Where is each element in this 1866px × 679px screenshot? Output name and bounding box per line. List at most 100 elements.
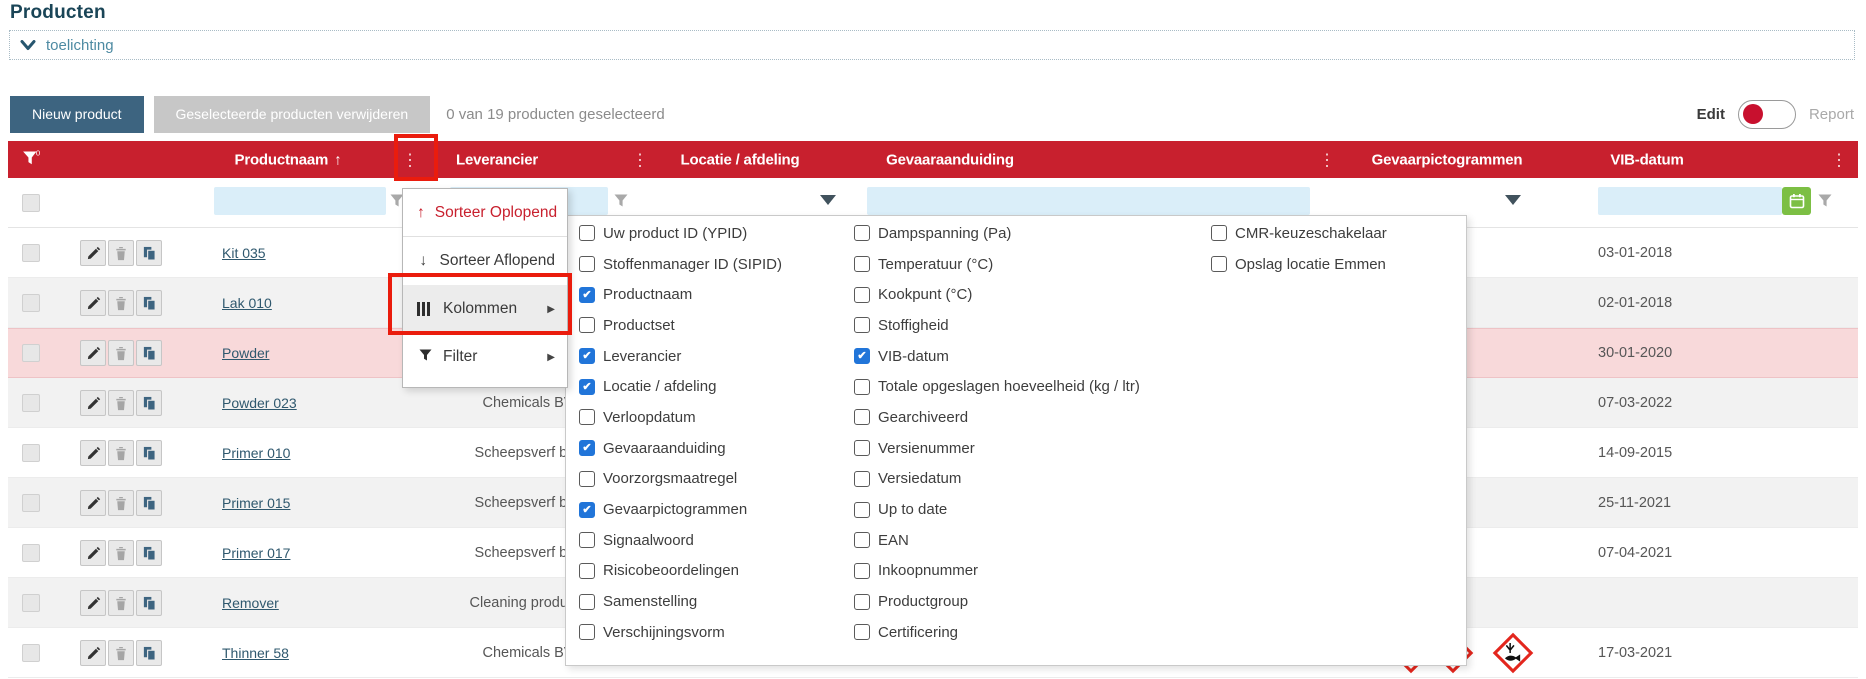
product-link[interactable]: Lak 010 bbox=[222, 278, 272, 328]
delete-button[interactable] bbox=[108, 340, 134, 366]
checkbox[interactable] bbox=[1211, 225, 1227, 241]
filter-dropdown-icon-gevaarpictogrammen[interactable] bbox=[1505, 195, 1521, 205]
column-option[interactable]: Verschijningsvorm bbox=[579, 617, 782, 648]
column-option[interactable]: Opslag locatie Emmen bbox=[1211, 249, 1387, 280]
delete-button[interactable] bbox=[108, 490, 134, 516]
filter-funnel-icon-leverancier[interactable] bbox=[614, 194, 628, 212]
delete-button[interactable] bbox=[108, 640, 134, 666]
column-option[interactable]: Gevaarpictogrammen bbox=[579, 494, 782, 525]
copy-button[interactable] bbox=[136, 490, 162, 516]
checkbox[interactable] bbox=[579, 502, 595, 518]
product-link[interactable]: Primer 017 bbox=[222, 528, 290, 578]
column-option[interactable]: Verloopdatum bbox=[579, 402, 782, 433]
checkbox[interactable] bbox=[579, 409, 595, 425]
checkbox[interactable] bbox=[854, 317, 870, 333]
new-product-button[interactable]: Nieuw product bbox=[10, 96, 144, 133]
edit-button[interactable] bbox=[80, 290, 106, 316]
column-menu-icon-gevaaraanduiding[interactable]: ⋮ bbox=[1319, 151, 1336, 168]
copy-button[interactable] bbox=[136, 640, 162, 666]
column-option[interactable]: Risicobeoordelingen bbox=[579, 556, 782, 587]
column-header-gevaarpictogrammen[interactable]: Gevaarpictogrammen bbox=[1372, 151, 1523, 168]
edit-button[interactable] bbox=[80, 440, 106, 466]
row-select-checkbox[interactable] bbox=[22, 494, 40, 512]
product-link[interactable]: Primer 010 bbox=[222, 428, 290, 478]
filter-input-vib-datum[interactable] bbox=[1598, 187, 1782, 215]
column-menu-icon-vib-datum[interactable]: ⋮ bbox=[1831, 151, 1848, 168]
column-option[interactable]: Locatie / afdeling bbox=[579, 371, 782, 402]
checkbox[interactable] bbox=[579, 624, 595, 640]
checkbox[interactable] bbox=[579, 563, 595, 579]
column-header-locatie[interactable]: Locatie / afdeling bbox=[681, 151, 800, 168]
copy-button[interactable] bbox=[136, 240, 162, 266]
column-option[interactable]: Samenstelling bbox=[579, 586, 782, 617]
copy-button[interactable] bbox=[136, 590, 162, 616]
checkbox[interactable] bbox=[854, 409, 870, 425]
copy-button[interactable] bbox=[136, 290, 162, 316]
checkbox[interactable] bbox=[854, 624, 870, 640]
checkbox[interactable] bbox=[1211, 256, 1227, 272]
row-select-checkbox[interactable] bbox=[22, 644, 40, 662]
menu-item-filter[interactable]: Filter ▶ bbox=[403, 333, 567, 381]
edit-button[interactable] bbox=[80, 540, 106, 566]
checkbox[interactable] bbox=[579, 225, 595, 241]
filter-funnel-icon-vib-datum[interactable] bbox=[1818, 194, 1832, 212]
copy-button[interactable] bbox=[136, 390, 162, 416]
toelichting-toggle[interactable]: toelichting bbox=[9, 30, 1855, 60]
product-link[interactable]: Kit 035 bbox=[222, 228, 266, 278]
checkbox[interactable] bbox=[579, 440, 595, 456]
column-option[interactable]: Voorzorgsmaatregel bbox=[579, 464, 782, 495]
column-option[interactable]: Temperatuur (°C) bbox=[854, 249, 1140, 280]
clear-filters-icon[interactable]: 0 bbox=[22, 148, 42, 171]
menu-item-sort-descending[interactable]: ↓ Sorteer Aflopend bbox=[403, 237, 567, 285]
menu-item-sort-ascending[interactable]: ↑ Sorteer Oplopend bbox=[403, 189, 567, 237]
row-select-checkbox[interactable] bbox=[22, 594, 40, 612]
column-option[interactable]: Gevaaraanduiding bbox=[579, 433, 782, 464]
edit-report-toggle[interactable] bbox=[1738, 100, 1796, 129]
checkbox[interactable] bbox=[579, 287, 595, 303]
checkbox[interactable] bbox=[579, 317, 595, 333]
delete-button[interactable] bbox=[108, 540, 134, 566]
edit-button[interactable] bbox=[80, 640, 106, 666]
column-option[interactable]: Productnaam bbox=[579, 279, 782, 310]
column-option[interactable]: Leverancier bbox=[579, 341, 782, 372]
checkbox[interactable] bbox=[579, 532, 595, 548]
delete-button[interactable] bbox=[108, 240, 134, 266]
checkbox[interactable] bbox=[854, 348, 870, 364]
column-option[interactable]: CMR-keuzeschakelaar bbox=[1211, 218, 1387, 249]
column-option[interactable]: Stoffigheid bbox=[854, 310, 1140, 341]
column-option[interactable]: Versienummer bbox=[854, 433, 1140, 464]
checkbox[interactable] bbox=[579, 594, 595, 610]
delete-button[interactable] bbox=[108, 590, 134, 616]
select-all-checkbox[interactable] bbox=[22, 194, 40, 212]
copy-button[interactable] bbox=[136, 540, 162, 566]
checkbox[interactable] bbox=[854, 379, 870, 395]
checkbox[interactable] bbox=[854, 225, 870, 241]
column-option[interactable]: Certificering bbox=[854, 617, 1140, 648]
column-header-gevaaraanduiding[interactable]: Gevaaraanduiding bbox=[886, 151, 1014, 168]
column-option[interactable]: Uw product ID (YPID) bbox=[579, 218, 782, 249]
column-header-productnaam[interactable]: Productnaam↑ bbox=[235, 151, 342, 168]
edit-button[interactable] bbox=[80, 240, 106, 266]
column-option[interactable]: Dampspanning (Pa) bbox=[854, 218, 1140, 249]
column-menu-icon-productnaam[interactable]: ⋮ bbox=[402, 151, 419, 168]
product-link[interactable]: Powder 023 bbox=[222, 378, 297, 428]
copy-button[interactable] bbox=[136, 440, 162, 466]
filter-input-productnaam[interactable] bbox=[214, 187, 386, 215]
edit-button[interactable] bbox=[80, 590, 106, 616]
checkbox[interactable] bbox=[854, 471, 870, 487]
delete-selected-button[interactable]: Geselecteerde producten verwijderen bbox=[154, 96, 431, 133]
column-option[interactable]: Inkoopnummer bbox=[854, 556, 1140, 587]
calendar-button[interactable] bbox=[1782, 187, 1811, 215]
column-option[interactable]: Totale opgeslagen hoeveelheid (kg / ltr) bbox=[854, 371, 1140, 402]
column-option[interactable]: Kookpunt (°C) bbox=[854, 279, 1140, 310]
product-link[interactable]: Primer 015 bbox=[222, 478, 290, 528]
column-option[interactable]: EAN bbox=[854, 525, 1140, 556]
row-select-checkbox[interactable] bbox=[22, 294, 40, 312]
checkbox[interactable] bbox=[579, 471, 595, 487]
column-header-leverancier[interactable]: Leverancier bbox=[456, 151, 538, 168]
column-option[interactable]: Productgroup bbox=[854, 586, 1140, 617]
column-option[interactable]: Up to date bbox=[854, 494, 1140, 525]
column-option[interactable]: Versiedatum bbox=[854, 464, 1140, 495]
checkbox[interactable] bbox=[854, 440, 870, 456]
product-link[interactable]: Remover bbox=[222, 578, 279, 628]
